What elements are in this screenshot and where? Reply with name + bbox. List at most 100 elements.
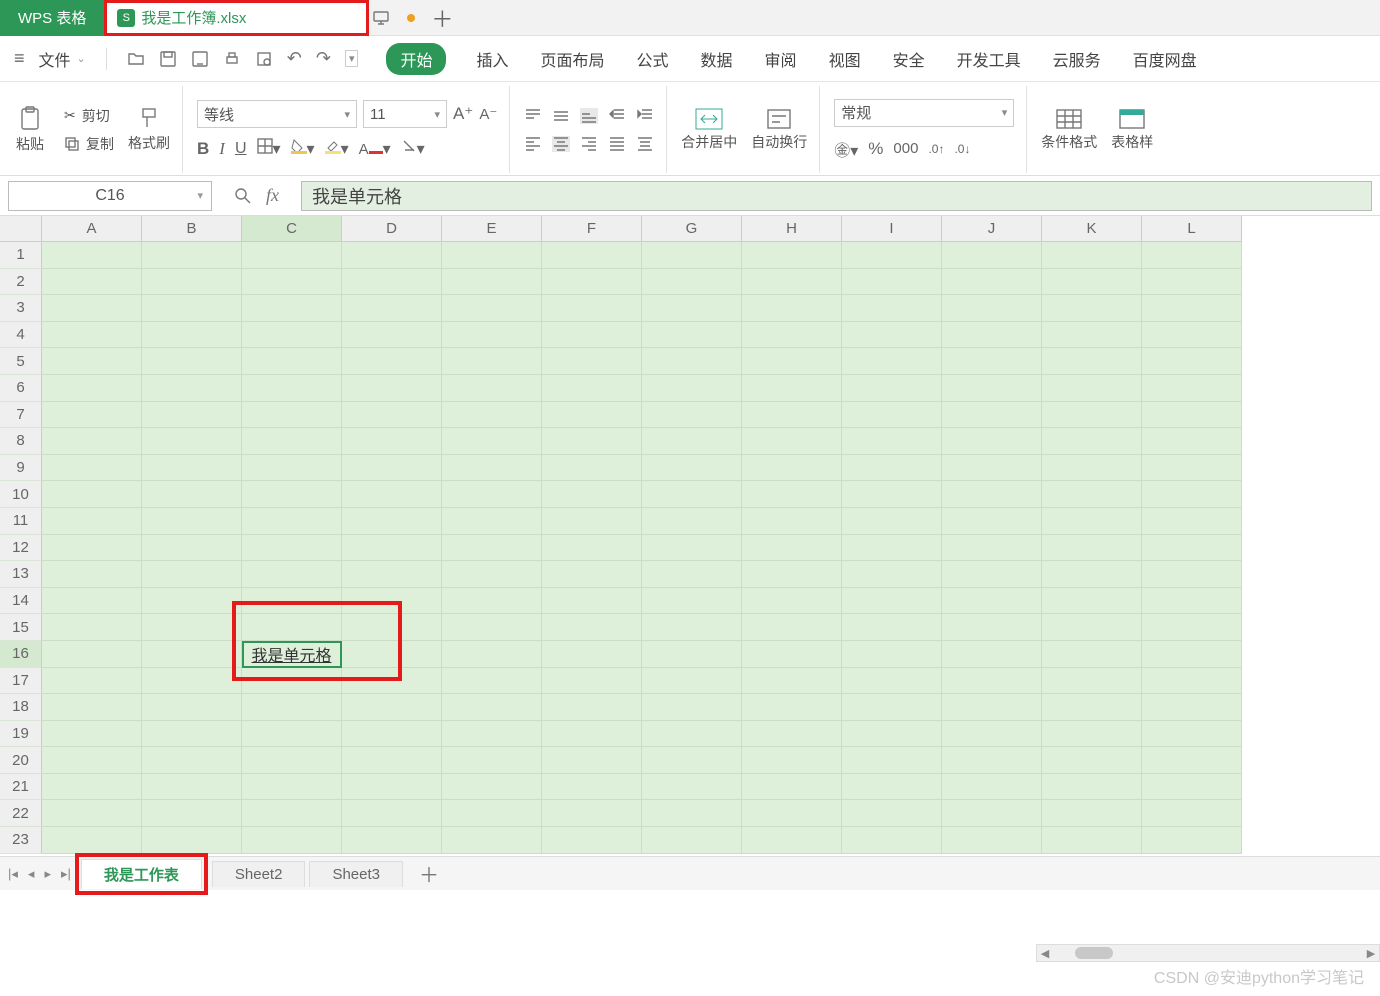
column-header[interactable]: F — [542, 216, 642, 242]
cell[interactable] — [1042, 295, 1142, 322]
cell[interactable] — [842, 375, 942, 402]
cell[interactable] — [942, 455, 1042, 482]
cell[interactable] — [542, 561, 642, 588]
cell[interactable] — [342, 668, 442, 695]
print-icon[interactable] — [223, 50, 241, 68]
row-header[interactable]: 9 — [0, 455, 42, 482]
fx-icon[interactable]: fx — [266, 185, 279, 206]
cell[interactable] — [542, 455, 642, 482]
increase-decimal-icon[interactable]: .0↑ — [928, 142, 944, 156]
cell[interactable] — [42, 747, 142, 774]
ribbon-tab-view[interactable]: 视图 — [827, 43, 863, 75]
cell[interactable] — [642, 348, 742, 375]
cell[interactable] — [542, 535, 642, 562]
justify-icon[interactable] — [608, 136, 626, 152]
cell[interactable] — [1142, 322, 1242, 349]
cell[interactable] — [942, 322, 1042, 349]
cell[interactable] — [442, 641, 542, 668]
cell[interactable] — [842, 322, 942, 349]
open-folder-icon[interactable] — [127, 50, 145, 68]
cell[interactable] — [942, 481, 1042, 508]
cell[interactable] — [242, 694, 342, 721]
column-header[interactable]: L — [1142, 216, 1242, 242]
cell[interactable] — [942, 827, 1042, 854]
cell[interactable] — [642, 588, 742, 615]
cell[interactable] — [342, 535, 442, 562]
cell[interactable] — [142, 455, 242, 482]
distribute-icon[interactable] — [636, 136, 654, 152]
cell[interactable] — [342, 322, 442, 349]
presentation-mode-icon[interactable] — [373, 11, 389, 25]
cell[interactable] — [742, 348, 842, 375]
cell[interactable] — [742, 481, 842, 508]
cell[interactable] — [242, 721, 342, 748]
cell[interactable] — [342, 242, 442, 269]
cell[interactable] — [542, 774, 642, 801]
column-header[interactable]: G — [642, 216, 742, 242]
cell[interactable] — [842, 269, 942, 296]
cell[interactable] — [342, 614, 442, 641]
cell[interactable] — [42, 721, 142, 748]
cell[interactable] — [542, 269, 642, 296]
cell[interactable] — [742, 614, 842, 641]
cell[interactable] — [42, 508, 142, 535]
cell[interactable] — [1042, 641, 1142, 668]
cell[interactable] — [242, 827, 342, 854]
cell[interactable] — [342, 348, 442, 375]
redo-icon[interactable]: ↷ — [316, 48, 331, 69]
cell[interactable] — [42, 375, 142, 402]
cell[interactable] — [242, 402, 342, 429]
first-sheet-icon[interactable]: |◂ — [8, 866, 18, 882]
last-sheet-icon[interactable]: ▸| — [61, 866, 71, 882]
row-header[interactable]: 19 — [0, 721, 42, 748]
align-left-icon[interactable] — [524, 136, 542, 152]
undo-icon[interactable]: ↶ — [287, 48, 302, 69]
cell[interactable] — [942, 774, 1042, 801]
cell[interactable] — [942, 694, 1042, 721]
cell[interactable] — [642, 508, 742, 535]
cell[interactable] — [642, 694, 742, 721]
cell[interactable] — [1042, 668, 1142, 695]
comma-icon[interactable]: 000 — [893, 140, 918, 157]
cell[interactable] — [542, 800, 642, 827]
cell[interactable] — [342, 455, 442, 482]
cell[interactable] — [842, 481, 942, 508]
row-header[interactable]: 17 — [0, 668, 42, 695]
cell[interactable] — [342, 508, 442, 535]
cell[interactable] — [42, 694, 142, 721]
cell[interactable] — [442, 721, 542, 748]
row-header[interactable]: 21 — [0, 774, 42, 801]
cell[interactable] — [642, 747, 742, 774]
cell[interactable] — [342, 827, 442, 854]
row-header[interactable]: 1 — [0, 242, 42, 269]
hamburger-icon[interactable]: ≡ — [14, 48, 25, 69]
cell[interactable] — [442, 668, 542, 695]
cell[interactable] — [742, 588, 842, 615]
cell[interactable] — [142, 295, 242, 322]
copy-button[interactable]: 复制 — [64, 134, 114, 154]
align-top-icon[interactable] — [524, 108, 542, 124]
cell[interactable] — [442, 694, 542, 721]
cell[interactable] — [142, 827, 242, 854]
cell[interactable] — [42, 614, 142, 641]
cell[interactable] — [742, 774, 842, 801]
column-header[interactable]: D — [342, 216, 442, 242]
cell[interactable] — [1042, 508, 1142, 535]
cell[interactable] — [642, 295, 742, 322]
ribbon-tab-formulas[interactable]: 公式 — [635, 43, 671, 75]
cell[interactable] — [442, 348, 542, 375]
row-header[interactable]: 3 — [0, 295, 42, 322]
conditional-format-button[interactable]: 条件格式 — [1041, 108, 1097, 152]
cell[interactable] — [1142, 561, 1242, 588]
cell[interactable] — [942, 508, 1042, 535]
cell[interactable] — [142, 481, 242, 508]
cell[interactable] — [142, 535, 242, 562]
row-header[interactable]: 15 — [0, 614, 42, 641]
cell[interactable] — [442, 614, 542, 641]
cell[interactable] — [442, 561, 542, 588]
cell[interactable] — [742, 827, 842, 854]
cell[interactable] — [42, 641, 142, 668]
cell[interactable] — [842, 402, 942, 429]
decrease-font-icon[interactable]: A⁻ — [479, 105, 497, 123]
cell[interactable] — [242, 295, 342, 322]
